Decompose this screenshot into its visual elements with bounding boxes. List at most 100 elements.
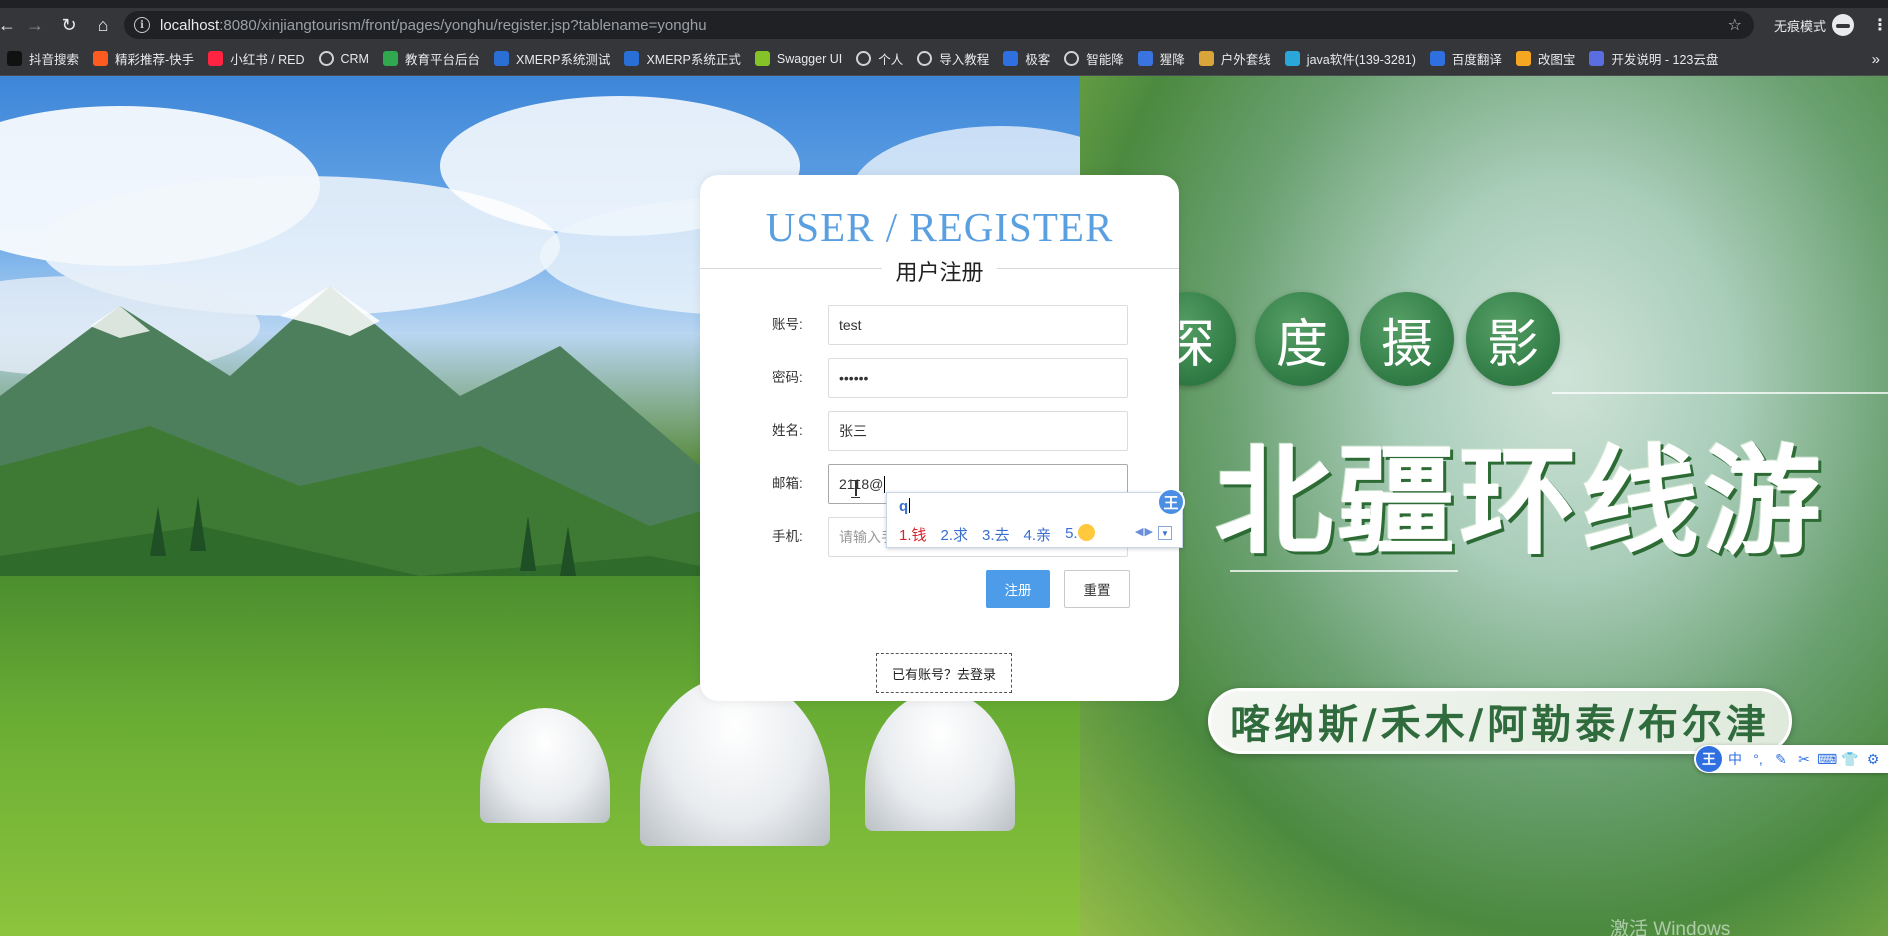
- register-title: USER / REGISTER: [765, 204, 1114, 250]
- windows-activation-watermark: 激活 Windows: [1610, 919, 1731, 936]
- bookmark-label: 智能降: [1086, 53, 1124, 67]
- tab-strip: [0, 0, 1888, 8]
- globe-icon: [318, 51, 334, 66]
- ime-candidate[interactable]: 3.去: [982, 524, 1010, 545]
- xiaohongshu-icon: [208, 51, 224, 66]
- ime-chinese-mode-icon[interactable]: 中: [1725, 749, 1745, 769]
- bookmark-label: java软件(139-3281): [1306, 53, 1416, 67]
- ime-candidate[interactable]: 4.亲: [1024, 524, 1052, 545]
- name-input[interactable]: [828, 411, 1128, 451]
- bookmark-item[interactable]: XMERP系统正式: [617, 46, 747, 72]
- account-input[interactable]: [828, 305, 1128, 345]
- bookmark-item[interactable]: 导入教程: [910, 46, 996, 72]
- bookmark-label: 猩降: [1159, 53, 1185, 67]
- poster-divider: [1552, 392, 1888, 394]
- incognito-icon: [1832, 14, 1855, 36]
- ime-skin-icon[interactable]: 👕: [1840, 751, 1860, 768]
- poster-tag: 摄: [1360, 292, 1454, 386]
- reset-button[interactable]: 重置: [1064, 570, 1130, 608]
- bookmark-item[interactable]: 改图宝: [1509, 46, 1583, 72]
- bookmark-item[interactable]: 极客: [996, 46, 1057, 72]
- bookmark-item[interactable]: XMERP系统测试: [487, 46, 617, 72]
- ime-settings-icon[interactable]: ⚙: [1863, 751, 1883, 768]
- bookmark-item[interactable]: 猩降: [1131, 46, 1192, 72]
- bookmark-label: 极客: [1025, 53, 1051, 67]
- name-label: 姓名:: [772, 423, 803, 438]
- bookmark-label: 个人: [878, 53, 904, 67]
- tv-icon: [1284, 51, 1300, 66]
- poster-divider: [1230, 570, 1458, 572]
- ime-expand-icon[interactable]: ▼: [1158, 526, 1172, 540]
- bookmark-label: CRM: [340, 51, 369, 66]
- ime-candidate-emoji[interactable]: 5.: [1065, 524, 1095, 545]
- bookmark-item[interactable]: 智能降: [1057, 46, 1131, 72]
- bookmark-item[interactable]: 教育平台后台: [376, 46, 487, 72]
- reload-icon[interactable]: ↻: [54, 10, 84, 40]
- bookmark-label: 精彩推荐-快手: [115, 53, 195, 67]
- ime-pinyin-text: q: [899, 498, 909, 515]
- more-menu-icon[interactable]: ⋮: [1872, 8, 1888, 42]
- edu-icon: [382, 51, 398, 66]
- go-login-link[interactable]: 已有账号？去登录: [876, 653, 1012, 693]
- text-cursor-icon: [851, 480, 860, 498]
- bookmark-label: 户外套线: [1220, 53, 1271, 67]
- address-url[interactable]: localhost:8080/xinjiangtourism/front/pag…: [160, 17, 707, 34]
- globe-icon: [917, 51, 933, 66]
- globe-icon: [1064, 51, 1080, 66]
- ime-candidate-list: 1.钱 2.求 3.去 4.亲 5.: [899, 524, 1109, 545]
- site-info-icon[interactable]: i: [134, 17, 150, 33]
- bookmark-label: 改图宝: [1537, 53, 1576, 67]
- register-button[interactable]: 注册: [986, 570, 1050, 608]
- ime-toolbar-logo-icon[interactable]: 王: [1696, 746, 1722, 772]
- ime-keyboard-icon[interactable]: ⌨: [1817, 751, 1837, 768]
- bookmark-label: 导入教程: [939, 53, 990, 67]
- swagger-icon: [754, 51, 770, 66]
- ime-candidate[interactable]: 1.钱: [899, 524, 927, 545]
- home-icon[interactable]: ⌂: [88, 10, 118, 40]
- bookmark-label: Swagger UI: [776, 51, 843, 66]
- browser-toolbar: ← → ↻ ⌂ i localhost:8080/xinjiangtourism…: [0, 8, 1888, 42]
- ime-punctuation-icon[interactable]: °,: [1748, 751, 1768, 767]
- text-caret: [884, 476, 885, 493]
- bookmark-item[interactable]: 个人: [849, 46, 910, 72]
- bookmark-star-icon[interactable]: ☆: [1728, 15, 1742, 35]
- globe-icon: [856, 51, 872, 66]
- outdoor-icon: [1198, 51, 1214, 66]
- bookmarks-overflow-icon[interactable]: »: [1872, 42, 1880, 75]
- bookmark-item[interactable]: 开发说明 - 123云盘: [1582, 46, 1725, 72]
- ime-pinyin: q: [899, 498, 911, 515]
- bookmark-label: 小红书 / RED: [230, 53, 305, 67]
- bookmark-item[interactable]: 小红书 / RED: [201, 46, 311, 72]
- password-input[interactable]: [828, 358, 1128, 398]
- name-row: 姓名:: [700, 411, 1179, 451]
- incognito-label: 无痕模式: [1774, 18, 1827, 34]
- ime-page-arrows-icon[interactable]: ◀ ▶: [1135, 525, 1153, 538]
- bookmark-label: 教育平台后台: [404, 53, 480, 67]
- forward-arrow-icon[interactable]: →: [20, 10, 50, 40]
- bookmark-item[interactable]: java软件(139-3281): [1278, 46, 1423, 72]
- incognito-indicator[interactable]: 无痕模式: [1774, 8, 1855, 42]
- back-arrow-icon[interactable]: ←: [0, 10, 22, 40]
- poster-subtitle: 喀纳斯/禾木/阿勒泰/布尔津: [1208, 688, 1792, 754]
- emoji-icon: [1077, 524, 1095, 541]
- bookmark-item[interactable]: 百度翻译: [1423, 46, 1509, 72]
- geek-icon: [1003, 51, 1019, 66]
- bookmark-item[interactable]: 户外套线: [1192, 46, 1278, 72]
- ime-candidate[interactable]: 2.求: [941, 524, 969, 545]
- bookmark-item[interactable]: CRM: [312, 46, 376, 72]
- password-row: 密码:: [700, 358, 1179, 398]
- register-subtitle: 用户注册: [882, 255, 997, 287]
- bookmark-label: 百度翻译: [1451, 53, 1502, 67]
- bookmark-item[interactable]: Swagger UI: [748, 46, 849, 72]
- ime-handwrite-icon[interactable]: ✎: [1771, 751, 1791, 768]
- address-bar[interactable]: i localhost:8080/xinjiangtourism/front/p…: [124, 11, 1754, 39]
- bookmark-item[interactable]: 抖音搜索: [0, 46, 86, 72]
- bookmark-item[interactable]: 精彩推荐-快手: [86, 46, 201, 72]
- bookmark-label: 开发说明 - 123云盘: [1611, 53, 1719, 67]
- account-label: 账号:: [772, 317, 803, 332]
- bookmark-label: 抖音搜索: [29, 53, 80, 67]
- register-card: USER / REGISTER 用户注册 账号: 密码: 姓名: 邮箱: 手机:…: [700, 175, 1179, 701]
- bookmark-label: XMERP系统测试: [515, 53, 611, 67]
- email-label: 邮箱:: [772, 476, 803, 491]
- ime-screenshot-icon[interactable]: ✂: [1794, 751, 1814, 768]
